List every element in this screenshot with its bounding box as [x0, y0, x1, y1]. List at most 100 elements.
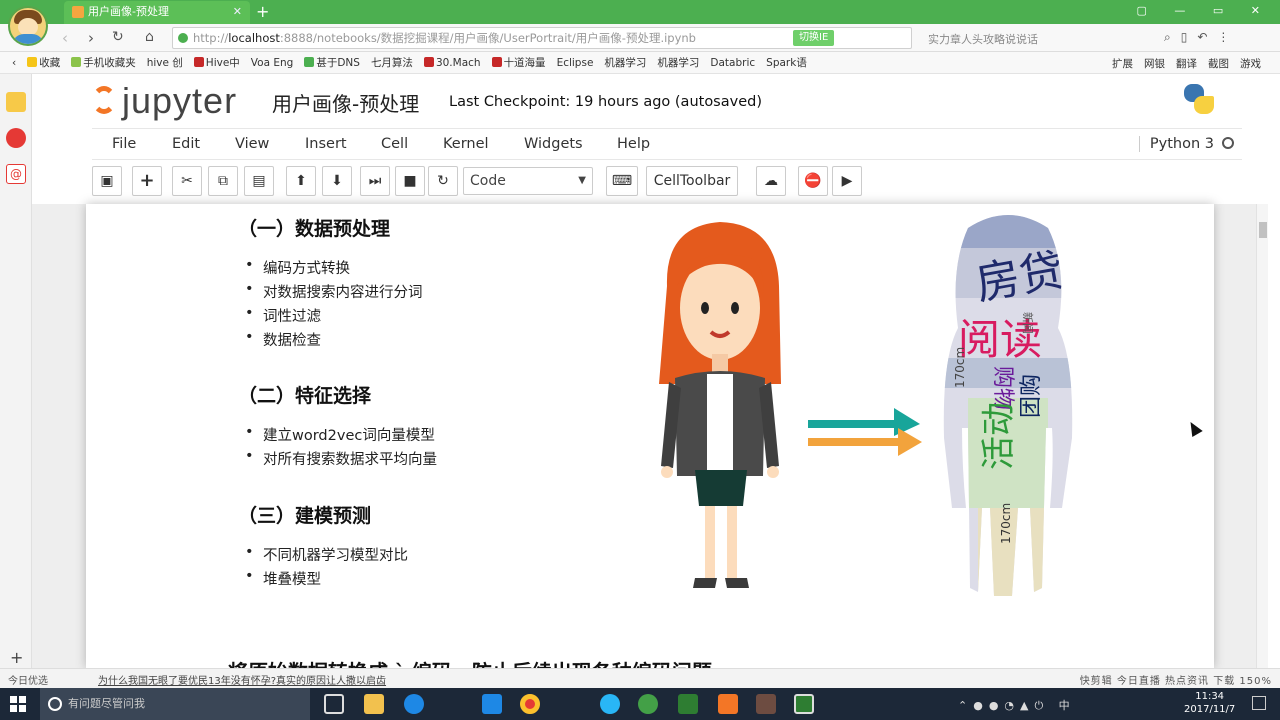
browser-tab-strip: 用户画像-预处理 ✕ + ▢ — ▭ ✕ [0, 0, 1280, 24]
terminal-icon[interactable] [794, 694, 814, 714]
kernel-idle-icon [1222, 137, 1234, 149]
cortana-search-input[interactable]: 有问题尽管问我 [40, 688, 310, 720]
mail-icon[interactable]: @ [6, 164, 26, 184]
taskbar-clock[interactable]: 11:34 2017/11/7 [1184, 690, 1235, 716]
stop-icon[interactable]: ■ [395, 166, 425, 196]
bookmarks-toggle-icon[interactable]: ‹ [12, 57, 16, 69]
url-input[interactable]: http://localhost:8888/notebooks/数据挖掘课程/用… [172, 27, 912, 49]
ime-indicator[interactable]: 中 [1059, 699, 1076, 712]
cortana-icon [48, 697, 62, 711]
bookmark-item[interactable]: Databric [710, 57, 755, 69]
extensions-button[interactable]: 扩展 [1112, 56, 1133, 71]
scrollbar-thumb[interactable] [1259, 222, 1267, 238]
clock-time: 11:34 [1195, 691, 1225, 702]
menu-widgets[interactable]: Widgets [524, 136, 583, 152]
bookmark-item[interactable]: 手机收藏夹 [71, 55, 136, 70]
notebook-scrollbar[interactable] [1256, 204, 1268, 668]
sidebar-add-icon[interactable]: + [10, 648, 23, 667]
bookmark-item[interactable]: 七月算法 [371, 55, 413, 70]
user-avatar[interactable] [8, 6, 48, 46]
cut-icon[interactable]: ✂ [172, 166, 202, 196]
list-item: 数据检查 [245, 329, 321, 350]
system-tray[interactable]: ⌃●●◔▲⏻ 中 [958, 697, 1076, 713]
menu-help[interactable]: Help [617, 136, 650, 152]
home-icon[interactable]: ⌂ [145, 29, 154, 45]
section-title: （一）数据预处理 [238, 218, 391, 240]
menu-file[interactable]: File [112, 136, 136, 152]
list-item: 对所有搜索数据求平均向量 [245, 448, 437, 469]
move-down-icon[interactable]: ⬇ [322, 166, 352, 196]
bookmark-item[interactable]: 甚于DNS [304, 55, 360, 70]
status-right-tools[interactable]: 快剪辑 今日直播 热点资讯 下载 150% [1080, 672, 1272, 687]
browser-tab[interactable]: 用户画像-预处理 ✕ [64, 1, 250, 24]
close-tab-icon[interactable]: ✕ [233, 1, 242, 23]
bookmark-item[interactable]: 机器学习 [604, 55, 646, 70]
task-view-icon[interactable] [324, 694, 344, 714]
insert-cell-icon[interactable]: + [132, 166, 162, 196]
list-item: 堆叠模型 [245, 568, 321, 589]
presentation-icon[interactable]: ▶ [832, 166, 862, 196]
cell-type-select[interactable]: Code ▼ [463, 167, 593, 195]
bookmark-item[interactable]: 十道海量 [491, 55, 546, 70]
upload-icon[interactable]: ☁ [756, 166, 786, 196]
bookmark-item[interactable]: 收藏 [27, 55, 60, 70]
search-hint[interactable]: 实力章人头攻略说说话 [928, 31, 1038, 47]
restart-icon[interactable]: ↻ [428, 166, 458, 196]
jupyter-app-icon[interactable] [718, 694, 738, 714]
menu-view[interactable]: View [235, 136, 269, 152]
browser-icon[interactable] [600, 694, 620, 714]
pycharm-icon[interactable] [678, 694, 698, 714]
store-icon[interactable] [482, 694, 502, 714]
trash-icon[interactable]: ⛔ [798, 166, 828, 196]
new-tab-icon[interactable]: + [256, 2, 269, 21]
bookmark-item[interactable]: hive 创 [147, 55, 183, 70]
menu-edit[interactable]: Edit [172, 136, 200, 152]
save-icon[interactable]: ▣ [92, 166, 122, 196]
app-icon[interactable] [756, 694, 776, 714]
bookmark-item[interactable]: Spark语 [766, 55, 807, 70]
jupyter-menubar: File Edit View Insert Cell Kernel Widget… [92, 128, 1242, 160]
bookmark-item[interactable]: 30.Mach [423, 56, 481, 69]
menu-cell[interactable]: Cell [381, 136, 408, 152]
search-placeholder: 有问题尽管问我 [68, 697, 145, 710]
run-icon[interactable]: ⏭ [360, 166, 390, 196]
ie-switch-button[interactable]: 切换IE [793, 30, 835, 46]
bookmark-item[interactable]: 机器学习 [657, 55, 699, 70]
bookmark-item[interactable]: Hive中 [193, 55, 240, 70]
url-prefix: http:// [193, 31, 229, 45]
netbank-button[interactable]: 网银 [1144, 56, 1165, 71]
bookmark-item[interactable]: Eclipse [557, 57, 594, 69]
forward-icon[interactable]: › [88, 29, 94, 47]
daily-picks-label[interactable]: 今日优选 [8, 672, 48, 687]
360-browser-icon[interactable] [638, 694, 658, 714]
news-ticker-link[interactable]: 为什么我国无眼了要优民13年没有怀孕?真实的原因让人撒以启齿 [98, 672, 386, 687]
games-button[interactable]: 游戏 [1240, 56, 1261, 71]
move-up-icon[interactable]: ⬆ [286, 166, 316, 196]
paste-icon[interactable]: ▤ [244, 166, 274, 196]
wordcloud-word: 团购 [1019, 374, 1044, 418]
translate-button[interactable]: 翻译 [1176, 56, 1197, 71]
reload-icon[interactable]: ↻ [112, 29, 124, 45]
back-icon[interactable]: ‹ [62, 29, 68, 47]
celltoolbar-button[interactable]: CellToolbar [646, 166, 738, 196]
screenshot-button[interactable]: 截图 [1208, 56, 1229, 71]
chrome-icon[interactable] [520, 694, 540, 714]
list-item: 对数据搜索内容进行分词 [245, 281, 422, 302]
keyboard-icon[interactable]: ⌨ [606, 166, 638, 196]
window-controls[interactable]: ▢ — ▭ ✕ [1137, 4, 1273, 17]
menu-kernel[interactable]: Kernel [443, 136, 489, 152]
browser-tools-icons[interactable]: ⌕▯↶⋮ [1164, 30, 1239, 45]
list-item: 不同机器学习模型对比 [245, 544, 408, 565]
bookmark-item[interactable]: Voa Eng [251, 57, 294, 69]
kernel-indicator[interactable]: Python 3 [1138, 136, 1234, 152]
copy-icon[interactable]: ⧉ [208, 166, 238, 196]
weibo-icon[interactable] [6, 128, 26, 148]
browser-status-bar: 今日优选 为什么我国无眼了要优民13年没有怀孕?真实的原因让人撒以启齿 快剪辑 … [0, 668, 1280, 688]
favorites-star-icon[interactable] [6, 92, 26, 112]
edge-icon[interactable] [404, 694, 424, 714]
windows-start-icon[interactable] [10, 696, 26, 712]
notebook-name[interactable]: 用户画像-预处理 [272, 88, 419, 117]
file-explorer-icon[interactable] [364, 694, 384, 714]
menu-insert[interactable]: Insert [305, 136, 347, 152]
notifications-icon[interactable] [1252, 696, 1266, 710]
